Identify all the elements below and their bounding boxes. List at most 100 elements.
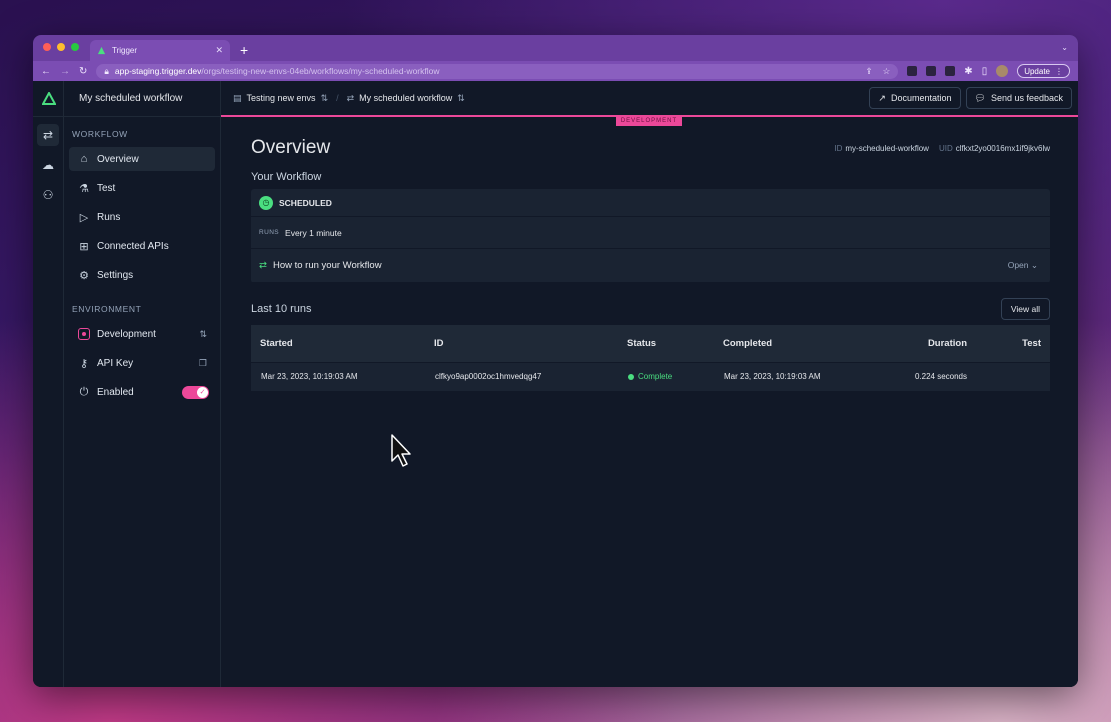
back-icon[interactable]: ← (41, 66, 51, 77)
trigger-favicon-icon (97, 46, 106, 55)
view-all-button[interactable]: View all (1000, 298, 1050, 320)
sidebar-item-label: Connected APIs (97, 240, 169, 252)
trigger-logo-icon[interactable] (42, 92, 56, 105)
play-icon: ▷ (79, 211, 89, 224)
apps-icon[interactable]: ⚇ (37, 184, 59, 206)
feedback-label: Send us feedback (990, 93, 1063, 103)
sidebar-section-workflow: WORKFLOW (72, 129, 128, 139)
browser-tab-bar: Trigger ✕ + ⌄ (33, 35, 1078, 61)
address-bar-row: ← → ↻ 🔒︎ app-staging.trigger.dev/orgs/te… (33, 61, 1078, 81)
puzzle-icon[interactable]: ✱ (964, 66, 972, 77)
runs-key: RUNS (259, 229, 280, 236)
your-workflow-heading: Your Workflow (251, 171, 322, 183)
breadcrumb-workflow[interactable]: ⇄ My scheduled workflow ⇅ (347, 93, 465, 104)
open-toggle[interactable]: Open ⌄ (1008, 260, 1038, 271)
url-path: /orgs/testing-new-envs-04eb/workflows/my… (201, 66, 440, 76)
environment-dot-icon (78, 328, 90, 340)
sidebar-item-api-key[interactable]: ⚷ API Key ❐ (69, 351, 215, 375)
profile-avatar[interactable] (996, 65, 1009, 77)
sidebar-item-label: Overview (97, 153, 139, 165)
workflow-arrows-icon: ⇄ (346, 92, 355, 103)
tab-title: Trigger (112, 46, 138, 55)
cloud-icon[interactable]: ☁ (37, 154, 59, 176)
sidebar-item-label: Settings (97, 269, 134, 281)
minimize-window-button[interactable] (57, 43, 65, 51)
column-header: ID (425, 325, 618, 362)
close-window-button[interactable] (43, 43, 51, 51)
browser-window: Trigger ✕ + ⌄ ← → ↻ 🔒︎ app-staging.trigg… (33, 35, 1078, 687)
column-header: Started (251, 325, 425, 362)
copy-icon[interactable]: ❐ (199, 358, 207, 369)
sidebar-item-test[interactable]: ⚗ Test (69, 176, 215, 200)
how-to-run-label: How to run your Workflow (272, 260, 382, 271)
breadcrumb-org[interactable]: ▤ Testing new envs ⇅ (233, 93, 328, 104)
sidebar-item-settings[interactable]: ⚙ Settings (69, 263, 215, 287)
share-icon[interactable]: ⇪ (866, 66, 873, 77)
browser-tab[interactable]: Trigger ✕ (90, 40, 230, 61)
feedback-button[interactable]: 💬︎ Send us feedback (965, 87, 1072, 109)
sidebar-item-overview[interactable]: ⌂ Overview (69, 147, 215, 171)
breadcrumb-separator: / (336, 93, 339, 103)
chevron-up-down-icon: ⇅ (320, 92, 329, 103)
power-icon: ⏻ (79, 385, 89, 398)
url-field[interactable]: 🔒︎ app-staging.trigger.dev/orgs/testing-… (96, 63, 899, 79)
run-completed: Mar 23, 2023, 10:19:03 AM (714, 361, 866, 391)
trigger-type-row: ◷ SCHEDULED (251, 189, 1050, 217)
sidebar-item-label: Runs (97, 211, 121, 223)
reload-icon[interactable]: ↻ (79, 66, 87, 77)
page-title: Overview (251, 137, 331, 158)
workflow-uid[interactable]: clfkxt2yo0016mx1if9jkv6lw (956, 144, 1050, 153)
documentation-button[interactable]: ↗ Documentation (869, 87, 961, 109)
status-dot-icon (628, 373, 634, 380)
sidebar-item-enabled: ⏻ Enabled (69, 380, 215, 404)
open-label: Open (1007, 260, 1029, 270)
documentation-label: Documentation (890, 93, 952, 103)
runs-heading: Last 10 runs (251, 303, 312, 315)
arrows-icon: ⇄ (259, 260, 267, 271)
maximize-window-button[interactable] (71, 43, 79, 51)
update-label: Update (1024, 66, 1050, 76)
gear-icon: ⚙ (79, 269, 89, 282)
status-label: Complete (638, 372, 673, 382)
new-tab-button[interactable]: + (240, 42, 248, 58)
table-row[interactable]: Mar 23, 2023, 10:19:03 AM clfkyo9ap0002o… (251, 361, 1050, 391)
environment-badge: DEVELOPMENT (616, 116, 682, 126)
sidebar-item-connected-apis[interactable]: ⊞ Connected APIs (69, 234, 215, 258)
run-status-cell: Complete (618, 361, 714, 391)
top-bar: ▤ Testing new envs ⇅ / ⇄ My scheduled wo… (221, 81, 1078, 117)
update-button[interactable]: Update ⋮ (1017, 64, 1070, 78)
external-link-icon: ↗ (878, 92, 886, 103)
workflow-id[interactable]: my-scheduled-workflow (845, 144, 929, 153)
grid-icon: ⊞ (79, 240, 89, 253)
forward-icon[interactable]: → (60, 66, 70, 77)
more-vertical-icon: ⋮ (1055, 66, 1063, 76)
chevron-down-icon: ⌄ (1030, 260, 1038, 270)
run-id: clfkyo9ap0002oc1hmvedqg47 (425, 361, 618, 391)
extension-icon[interactable] (926, 66, 937, 76)
sidebar-workflow-title: My scheduled workflow (33, 81, 220, 117)
extension-icon[interactable] (907, 66, 918, 76)
sidebar-item-runs[interactable]: ▷ Runs (69, 205, 215, 229)
run-test (976, 361, 1050, 391)
enabled-toggle[interactable] (182, 385, 209, 399)
uid-key: UID (938, 143, 953, 153)
workflow-identifiers: ID my-scheduled-workflow UID clfkxt2yo0016… (834, 144, 1050, 153)
environment-selector[interactable]: Development ⇅ (69, 322, 215, 346)
document-icon: ▤ (233, 92, 242, 103)
run-duration: 0.224 seconds (866, 361, 976, 391)
extension-icon[interactable] (945, 66, 956, 76)
sidepanel-icon[interactable]: ▯ (982, 66, 988, 77)
flask-icon: ⚗ (79, 182, 89, 195)
tab-list-chevron-icon[interactable]: ⌄ (1061, 43, 1068, 52)
workflow-card: ◷ SCHEDULED RUNS Every 1 minute ⇄ How to… (251, 189, 1050, 283)
workflows-icon[interactable]: ⇄ (37, 124, 59, 146)
window-controls (43, 43, 79, 51)
runs-table: Started ID Status Completed Duration Tes… (251, 325, 1050, 391)
bookmark-star-icon[interactable]: ☆ (883, 66, 891, 77)
close-tab-icon[interactable]: ✕ (215, 45, 223, 56)
chevron-up-down-icon: ⇅ (457, 92, 465, 103)
app-root: ⇄ ☁ ⚇ My scheduled workflow WORKFLOW ⌂ O… (33, 81, 1078, 687)
sidebar-item-label: API Key (97, 357, 134, 369)
how-to-run-accordion[interactable]: ⇄ How to run your Workflow Open ⌄ (251, 249, 1050, 283)
chevron-up-down-icon: ⇅ (199, 328, 207, 339)
